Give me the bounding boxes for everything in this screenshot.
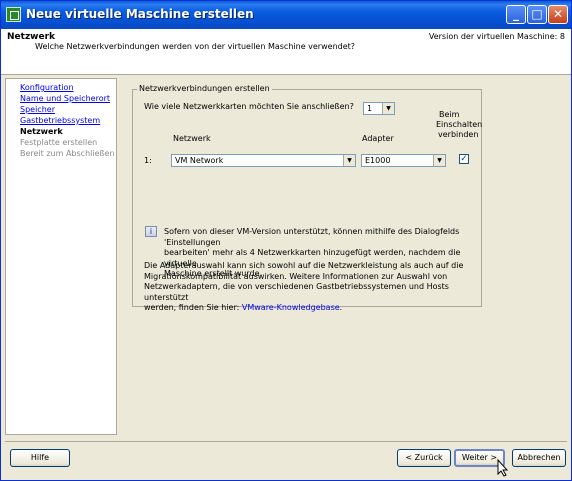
connect-at-power-on-checkbox[interactable]: ✓ [459,154,469,164]
network-select[interactable]: VM Network ▼ [171,154,356,167]
info-icon: i [145,226,157,237]
kb-suffix: . [339,303,343,312]
info-line: Migrationskompatibilität auswirken. Weit… [144,271,448,281]
network-connections-group: Netzwerkverbindungen erstellen Wie viele… [132,84,483,312]
nav-item-festplatte-disabled: Festplatte erstellen [20,138,98,147]
info-line: werden, finden Sie hier: VMware-Knowledg… [144,303,481,314]
info-line: Netzwerkadaptern, die von verschiedenen … [144,282,449,302]
nic-count-value: 1 [367,104,373,113]
wizard-window: Neue virtuelle Maschine erstellen _ □ ✕ … [0,0,572,481]
adapter-select[interactable]: E1000 ▼ [361,154,446,167]
nav-item-bereit-disabled: Bereit zum Abschließen [20,149,115,158]
mouse-cursor-icon [497,459,509,477]
nic-count-select[interactable]: 1 ▼ [363,102,395,115]
nav-item-konfiguration[interactable]: Konfiguration [20,83,74,92]
help-button[interactable]: Hilfe [10,449,70,467]
nic-count-question: Wie viele Netzwerkkarten möchten Sie ans… [144,102,354,111]
page-subtitle: Welche Netzwerkverbindungen werden von d… [35,42,356,51]
nav-item-speicher[interactable]: Speicher [20,105,55,114]
close-button[interactable]: ✕ [548,5,568,24]
group-legend: Netzwerkverbindungen erstellen [137,84,272,93]
nav-item-name-speicherort[interactable]: Name und Speicherort [20,94,110,103]
chevron-down-icon[interactable]: ▼ [343,155,355,166]
wizard-header: Netzwerk Welche Netzwerkverbindungen wer… [1,29,571,75]
vm-app-icon [6,7,21,22]
back-button[interactable]: < Zurück [397,449,451,467]
nav-item-gastbetriebssystem[interactable]: Gastbetriebssystem [20,116,100,125]
maximize-button[interactable]: □ [527,5,547,24]
network-value: VM Network [175,156,224,165]
adapter-column-header: Adapter [362,134,394,143]
adapter-value: E1000 [365,156,391,165]
page-title: Netzwerk [7,32,56,42]
info-line-prefix: werden, finden Sie hier: [144,303,240,312]
nic-row-index: 1: [144,156,152,165]
kb-link[interactable]: VMware-Knowledgebase [242,303,340,312]
window-title: Neue virtuelle Maschine erstellen [26,7,254,21]
cancel-button[interactable]: Abbrechen [512,449,566,467]
chevron-down-icon[interactable]: ▼ [433,155,445,166]
connect-header-line2: Einschalten [436,120,483,129]
info-text-adapter: Die Adapterauswahl kann sich sowohl auf … [144,261,481,314]
connect-header-line1: Beim [439,110,460,119]
info-line: Sofern von dieser VM-Version unterstützt… [164,227,460,247]
vm-version-label: Version der virtuellen Maschine: 8 [428,32,565,41]
network-column-header: Netzwerk [173,134,211,143]
chevron-down-icon[interactable]: ▼ [382,103,394,114]
connect-header-line3: verbinden [438,130,479,139]
wizard-steps-nav: Konfiguration Name und Speicherort Speic… [5,78,117,435]
title-bar[interactable]: Neue virtuelle Maschine erstellen _ □ ✕ [1,1,571,29]
wizard-footer: Hilfe < Zurück Weiter > Abbrechen [5,441,567,475]
info-line: Die Adapterauswahl kann sich sowohl auf … [144,261,464,270]
minimize-button[interactable]: _ [506,5,526,24]
nav-item-netzwerk-current: Netzwerk [20,127,63,136]
